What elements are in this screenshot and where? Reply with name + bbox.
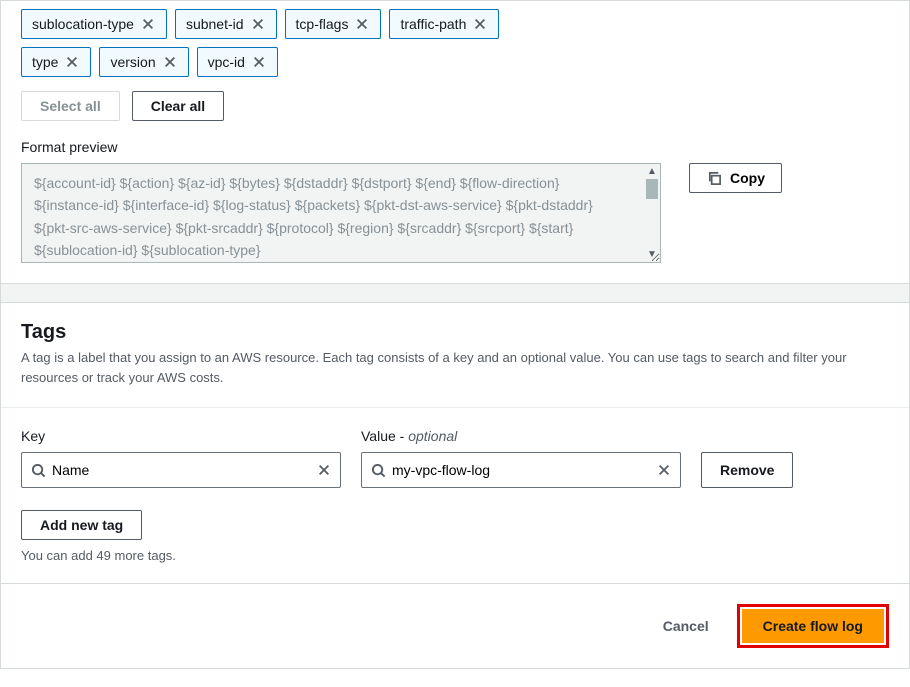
- chip-type[interactable]: type: [21, 47, 91, 77]
- format-preview-label: Format preview: [21, 139, 889, 155]
- key-input[interactable]: [46, 462, 316, 478]
- chip-subnet-id[interactable]: subnet-id: [175, 9, 277, 39]
- key-label: Key: [21, 428, 341, 444]
- close-icon[interactable]: [251, 54, 267, 70]
- tags-description: A tag is a label that you assign to an A…: [21, 348, 889, 387]
- value-input-wrap[interactable]: [361, 452, 681, 488]
- clear-input-icon[interactable]: [316, 462, 332, 478]
- value-input[interactable]: [386, 462, 656, 478]
- close-icon[interactable]: [472, 16, 488, 32]
- chip-sublocation-type[interactable]: sublocation-type: [21, 9, 167, 39]
- search-icon: [30, 462, 46, 478]
- cancel-button[interactable]: Cancel: [651, 610, 721, 642]
- footer-actions: Cancel Create flow log: [1, 583, 909, 668]
- inner-divider: [1, 407, 909, 408]
- format-field-chips-row2: type version vpc-id: [21, 47, 889, 77]
- add-new-tag-button[interactable]: Add new tag: [21, 510, 142, 540]
- value-label: Value - optional: [361, 428, 681, 444]
- tags-heading: Tags: [21, 321, 889, 344]
- create-flow-log-highlight: Create flow log: [737, 604, 889, 648]
- clear-input-icon[interactable]: [656, 462, 672, 478]
- chip-vpc-id[interactable]: vpc-id: [197, 47, 278, 77]
- close-icon[interactable]: [64, 54, 80, 70]
- section-gap: [1, 283, 909, 303]
- close-icon[interactable]: [354, 16, 370, 32]
- chip-traffic-path[interactable]: traffic-path: [389, 9, 499, 39]
- search-icon: [370, 462, 386, 478]
- close-icon[interactable]: [140, 16, 156, 32]
- select-all-button: Select all: [21, 91, 120, 121]
- select-clear-row: Select all Clear all: [21, 91, 889, 121]
- chip-version[interactable]: version: [99, 47, 188, 77]
- remove-button[interactable]: Remove: [701, 452, 793, 488]
- remaining-tags-text: You can add 49 more tags.: [21, 548, 889, 563]
- close-icon[interactable]: [162, 54, 178, 70]
- create-flow-log-button[interactable]: Create flow log: [742, 609, 884, 643]
- clear-all-button[interactable]: Clear all: [132, 91, 224, 121]
- copy-icon: [706, 170, 722, 186]
- copy-button[interactable]: Copy: [689, 163, 782, 193]
- format-field-chips-row1: sublocation-type subnet-id tcp-flags tra…: [21, 9, 889, 39]
- format-preview-textarea[interactable]: ${account-id} ${action} ${az-id} ${bytes…: [21, 163, 661, 263]
- chip-tcp-flags[interactable]: tcp-flags: [285, 9, 382, 39]
- tag-key-value-row: Key Value - optional: [21, 428, 889, 488]
- key-input-wrap[interactable]: [21, 452, 341, 488]
- close-icon[interactable]: [250, 16, 266, 32]
